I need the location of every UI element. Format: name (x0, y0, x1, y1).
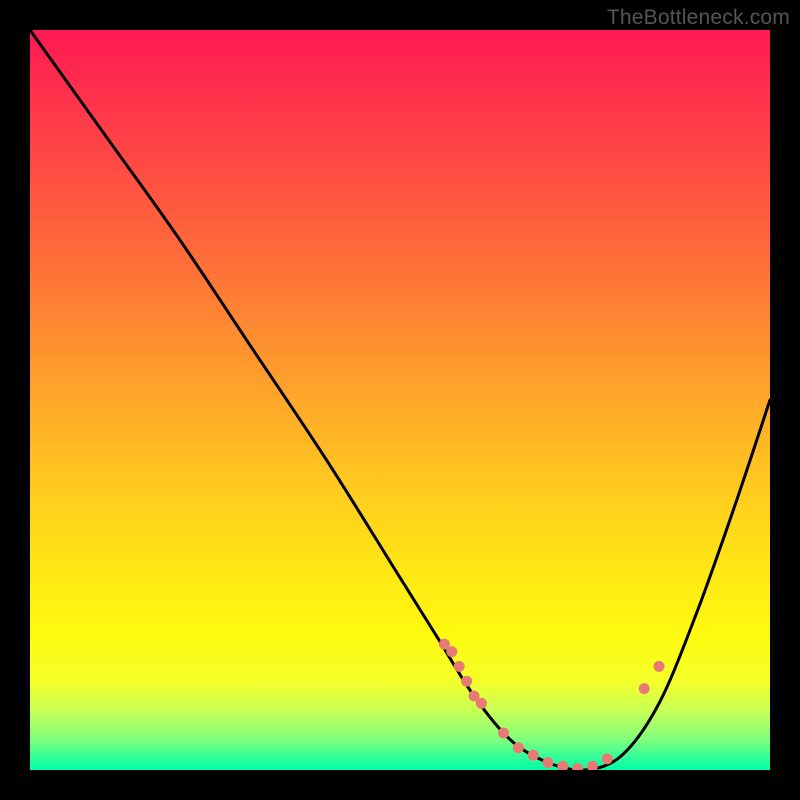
marker-dot (639, 683, 650, 694)
marker-dot (454, 661, 465, 672)
marker-dot (446, 646, 457, 657)
curve-layer (30, 30, 770, 770)
marker-dot (461, 676, 472, 687)
marker-dot (572, 763, 583, 770)
attribution-text: TheBottleneck.com (607, 6, 790, 30)
marker-dot (528, 750, 539, 761)
plot-area (30, 30, 770, 770)
marker-dot (543, 757, 554, 768)
marker-dot (587, 761, 598, 770)
marker-dot (476, 698, 487, 709)
marker-dot (513, 742, 524, 753)
chart-stage: TheBottleneck.com (0, 0, 800, 800)
marker-dot (602, 753, 613, 764)
marker-dot (498, 728, 509, 739)
marker-group (439, 639, 665, 770)
marker-dot (654, 661, 665, 672)
marker-dot (557, 761, 568, 770)
bottleneck-line (30, 30, 770, 770)
